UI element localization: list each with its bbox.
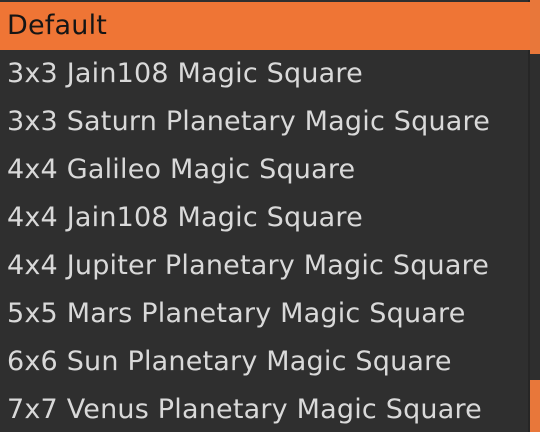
preset-dropdown-list[interactable]: Default 3x3 Jain108 Magic Square 3x3 Sat… — [0, 0, 530, 432]
menu-item-default[interactable]: Default — [0, 2, 530, 50]
menu-item-4x4-galileo[interactable]: 4x4 Galileo Magic Square — [0, 146, 540, 194]
menu-item-5x5-mars[interactable]: 5x5 Mars Planetary Magic Square — [0, 290, 540, 338]
menu-item-4x4-jain108[interactable]: 4x4 Jain108 Magic Square — [0, 194, 540, 242]
menu-item-3x3-saturn[interactable]: 3x3 Saturn Planetary Magic Square — [0, 98, 540, 146]
menu-item-7x7-venus[interactable]: 7x7 Venus Planetary Magic Square — [0, 386, 540, 432]
menu-item-6x6-sun[interactable]: 6x6 Sun Planetary Magic Square — [0, 338, 540, 386]
menu-item-3x3-jain108[interactable]: 3x3 Jain108 Magic Square — [0, 50, 540, 98]
frame-right-edge — [530, 0, 540, 54]
app-window: Default 3x3 Jain108 Magic Square 3x3 Sat… — [0, 0, 540, 432]
menu-item-4x4-jupiter[interactable]: 4x4 Jupiter Planetary Magic Square — [0, 242, 540, 290]
